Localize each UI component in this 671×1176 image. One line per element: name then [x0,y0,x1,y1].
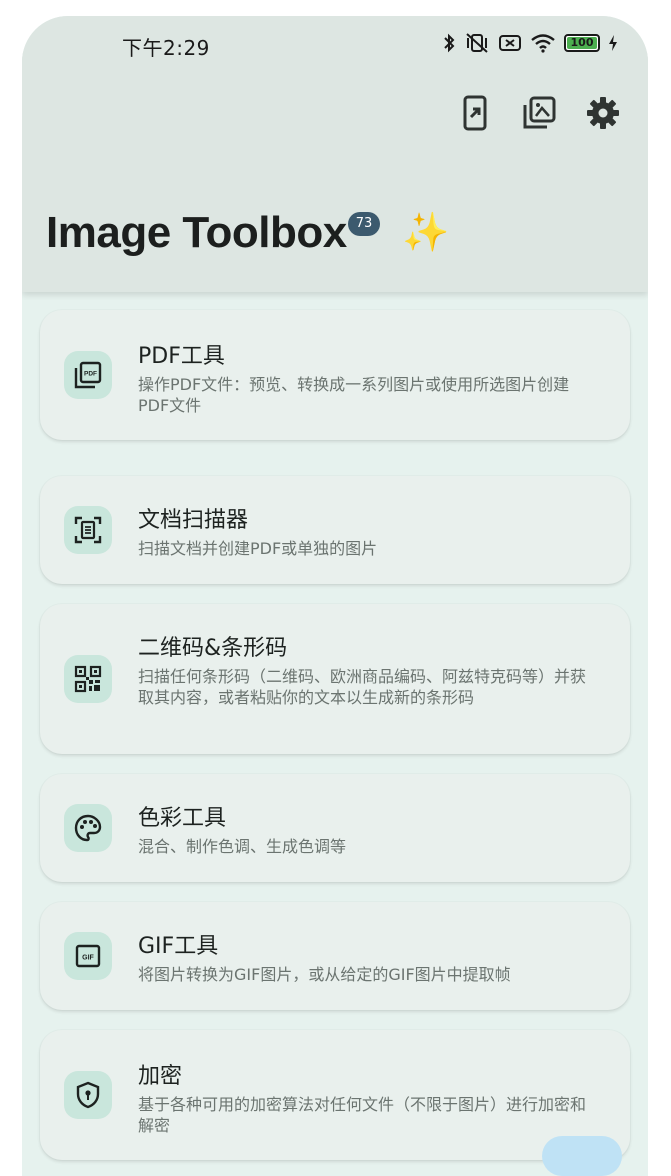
open-in-app-button[interactable] [454,92,496,134]
pdf-icon-box: PDF [64,351,112,399]
svg-text:PDF: PDF [84,371,97,378]
open-in-app-icon [463,95,487,131]
qr-code-icon [74,665,102,693]
settings-icon [587,97,619,129]
tool-card-document-scanner[interactable]: 文档扫描器 扫描文档并创建PDF或单独的图片 [40,476,630,584]
app-screen: 下午2:29 100 Image Toolbox 73 ✨ PDF PDF工具 … [22,16,648,1176]
tool-card-encryption[interactable]: 加密 基于各种可用的加密算法对任何文件（不限于图片）进行加密和解密 [40,1030,630,1160]
status-icons: 100 [442,32,618,54]
tool-title: 文档扫描器 [138,508,249,533]
photo-library-icon [523,96,556,129]
settings-button[interactable] [582,92,624,134]
tool-title: GIF工具 [138,934,219,959]
battery-level: 100 [570,36,594,49]
svg-text:GIF: GIF [82,955,94,962]
tool-card-gif-tools[interactable]: GIF GIF工具 将图片转换为GIF图片，或从给定的GIF图片中提取帧 [40,902,630,1010]
shield-lock-icon-box [64,1071,112,1119]
vibrate-off-icon [464,32,490,54]
photo-library-button[interactable] [518,92,560,134]
tool-title: 加密 [138,1064,183,1089]
wifi-icon [530,33,556,53]
status-time: 下午2:29 [122,36,210,60]
status-bar: 下午2:29 100 [22,16,648,72]
floating-action-button[interactable] [542,1136,622,1176]
shield-lock-icon [76,1081,100,1109]
charging-icon [608,34,618,52]
tool-description: 混合、制作色调、生成色调等 [138,837,347,856]
tool-card-qr-code[interactable]: 二维码&条形码 扫描任何条形码（二维码、欧洲商品编码、阿兹特克码等）并获取其内容… [40,604,630,754]
gif-icon-box: GIF [64,932,112,980]
palette-icon-box [64,804,112,852]
top-app-bar: 下午2:29 100 Image Toolbox 73 ✨ [22,16,648,292]
bluetooth-icon [442,33,456,53]
app-title: Image Toolbox [46,208,347,257]
top-actions [454,92,624,134]
qr-code-icon-box [64,655,112,703]
tool-title: 色彩工具 [138,806,227,831]
tool-description: 将图片转换为GIF图片，或从给定的GIF图片中提取帧 [138,965,511,984]
gif-icon: GIF [75,944,101,968]
tool-card-color-tools[interactable]: 色彩工具 混合、制作色调、生成色调等 [40,774,630,882]
tool-description: 操作PDF文件：预览、转换成一系列图片或使用所选图片创建PDF文件 [138,375,570,415]
document-scanner-icon [74,516,102,544]
sparkle-icon[interactable]: ✨ [402,210,449,255]
pdf-icon: PDF [74,361,102,389]
tool-description: 基于各种可用的加密算法对任何文件（不限于图片）进行加密和解密 [138,1095,587,1135]
document-scanner-icon-box [64,506,112,554]
version-badge: 73 [348,212,380,236]
tool-title: 二维码&条形码 [138,636,288,661]
tool-title: PDF工具 [138,344,225,369]
tool-description: 扫描文档并创建PDF或单独的图片 [138,539,378,558]
palette-icon [74,814,102,842]
tool-description: 扫描任何条形码（二维码、欧洲商品编码、阿兹特克码等）并获取其内容，或者粘贴你的文… [138,667,587,707]
battery-icon: 100 [564,34,600,52]
tool-card-pdf[interactable]: PDF PDF工具 操作PDF文件：预览、转换成一系列图片或使用所选图片创建PD… [40,310,630,440]
no-sim-icon [498,33,522,53]
